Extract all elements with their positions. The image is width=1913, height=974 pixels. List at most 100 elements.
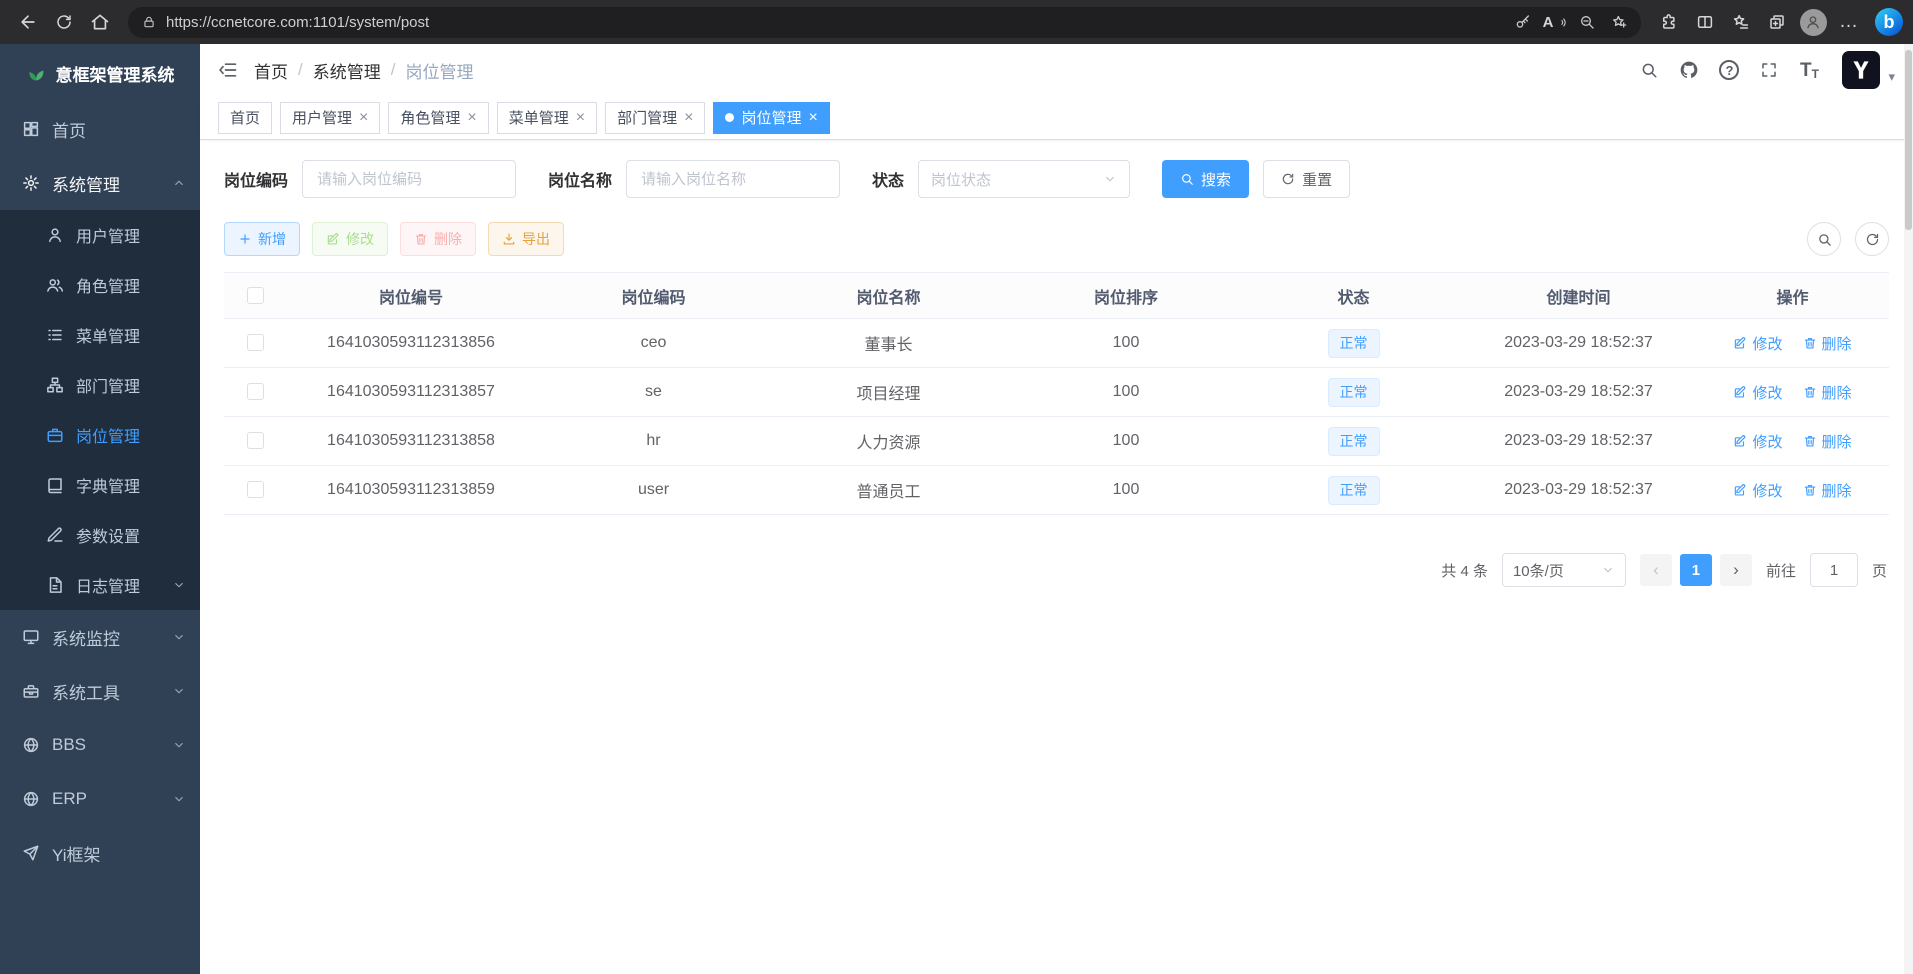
breadcrumb-system[interactable]: 系统管理: [313, 58, 381, 83]
row-delete-button[interactable]: 删除: [1803, 333, 1852, 354]
favorites-button[interactable]: [1723, 4, 1759, 40]
sidebar-item-user-management[interactable]: 用户管理: [0, 210, 200, 260]
sidebar-item-parameter-settings[interactable]: 参数设置: [0, 510, 200, 560]
read-aloud-button[interactable]: A: [1539, 8, 1571, 36]
sidebar-item-system-tools[interactable]: 系统工具: [0, 664, 200, 718]
tab-home[interactable]: 首页: [218, 102, 272, 134]
breadcrumb-separator: /: [391, 60, 396, 80]
close-icon[interactable]: ×: [359, 110, 368, 126]
user-avatar-menu[interactable]: [1842, 51, 1880, 89]
sidebar-item-bbs[interactable]: BBS: [0, 718, 200, 772]
sidebar-item-yi-framework[interactable]: Yi框架: [0, 826, 200, 880]
list-icon: [46, 326, 64, 344]
row-checkbox[interactable]: [247, 432, 264, 449]
briefcase-icon: [46, 426, 64, 444]
bing-icon: b: [1884, 12, 1895, 33]
post-name-input[interactable]: [626, 160, 840, 198]
status-select[interactable]: 岗位状态: [918, 160, 1130, 198]
browser-home-button[interactable]: [82, 4, 118, 40]
edit-button[interactable]: 修改: [312, 222, 388, 256]
zoom-button[interactable]: [1571, 8, 1603, 36]
sidebar-toggle-button[interactable]: [218, 60, 238, 80]
sidebar-item-system-management[interactable]: 系统管理: [0, 156, 200, 210]
breadcrumb-home[interactable]: 首页: [254, 58, 288, 83]
sidebar-item-log-management[interactable]: 日志管理: [0, 560, 200, 610]
docs-help-button[interactable]: ?: [1712, 53, 1746, 87]
fullscreen-button[interactable]: [1752, 53, 1786, 87]
cell-post-name: 项目经理: [771, 368, 1006, 417]
row-delete-button[interactable]: 删除: [1803, 480, 1852, 501]
prev-page-button[interactable]: ‹: [1640, 554, 1672, 586]
scrollbar-thumb[interactable]: [1905, 50, 1912, 230]
browser-settings-button[interactable]: …: [1831, 4, 1867, 40]
collections-button[interactable]: [1759, 4, 1795, 40]
tab-menu-management[interactable]: 菜单管理 ×: [497, 102, 597, 134]
cell-post-sort: 100: [1006, 368, 1246, 417]
browser-back-button[interactable]: [10, 4, 46, 40]
browser-refresh-button[interactable]: [46, 4, 82, 40]
trash-icon: [414, 232, 428, 246]
page-number-button[interactable]: 1: [1680, 554, 1712, 586]
row-checkbox[interactable]: [247, 334, 264, 351]
home-icon: [90, 12, 110, 32]
reset-button[interactable]: 重置: [1263, 160, 1350, 198]
header-search-button[interactable]: [1632, 53, 1666, 87]
sidebar-item-system-monitor[interactable]: 系统监控: [0, 610, 200, 664]
caret-down-icon[interactable]: ▾: [1888, 69, 1895, 89]
org-tree-icon: [46, 376, 64, 394]
dashboard-icon: [22, 120, 40, 138]
address-bar[interactable]: https://ccnetcore.com:1101/system/post A: [128, 7, 1641, 38]
sidebar-item-dict-management[interactable]: 字典管理: [0, 460, 200, 510]
row-edit-button[interactable]: 修改: [1733, 480, 1782, 501]
row-edit-button[interactable]: 修改: [1733, 333, 1782, 354]
cell-created: 2023-03-29 18:52:37: [1461, 466, 1696, 515]
page-size-select[interactable]: 10条/页: [1502, 553, 1626, 587]
tab-post-management[interactable]: 岗位管理 ×: [713, 102, 829, 134]
close-icon[interactable]: ×: [576, 110, 585, 126]
read-aloud-icon: A: [1543, 14, 1568, 31]
export-button[interactable]: 导出: [488, 222, 564, 256]
pagination: 共 4 条 10条/页 ‹ 1 › 前往 页: [224, 553, 1889, 587]
add-favorite-button[interactable]: [1603, 8, 1635, 36]
post-code-input[interactable]: [302, 160, 516, 198]
sidebar-item-role-management[interactable]: 角色管理: [0, 260, 200, 310]
add-button[interactable]: 新增: [224, 222, 300, 256]
breadcrumb: 首页 / 系统管理 / 岗位管理: [254, 58, 473, 83]
browser-profile-button[interactable]: [1795, 4, 1831, 40]
app-logo[interactable]: 意框架管理系统: [0, 44, 200, 102]
tab-user-management[interactable]: 用户管理 ×: [280, 102, 380, 134]
profile-avatar: [1800, 9, 1827, 36]
sidebar-item-erp[interactable]: ERP: [0, 772, 200, 826]
sidebar-item-post-management[interactable]: 岗位管理: [0, 410, 200, 460]
search-button[interactable]: 搜索: [1162, 160, 1249, 198]
close-icon[interactable]: ×: [467, 110, 476, 126]
toggle-search-button[interactable]: [1807, 222, 1841, 256]
close-icon[interactable]: ×: [684, 110, 693, 126]
row-delete-button[interactable]: 删除: [1803, 431, 1852, 452]
select-all-checkbox[interactable]: [247, 287, 264, 304]
close-icon[interactable]: ×: [808, 110, 817, 126]
goto-page-input[interactable]: [1810, 553, 1858, 587]
sidebar-item-home[interactable]: 首页: [0, 102, 200, 156]
row-edit-button[interactable]: 修改: [1733, 431, 1782, 452]
refresh-table-button[interactable]: [1855, 222, 1889, 256]
tab-dept-management[interactable]: 部门管理 ×: [605, 102, 705, 134]
window-scrollbar[interactable]: [1904, 44, 1913, 974]
tab-role-management[interactable]: 角色管理 ×: [388, 102, 488, 134]
row-checkbox[interactable]: [247, 383, 264, 400]
bing-copilot-button[interactable]: b: [1875, 8, 1903, 36]
next-page-button[interactable]: ›: [1720, 554, 1752, 586]
extensions-button[interactable]: [1651, 4, 1687, 40]
pager: ‹ 1 ›: [1640, 554, 1752, 586]
row-delete-button[interactable]: 删除: [1803, 382, 1852, 403]
edit-icon: [1733, 434, 1747, 448]
row-checkbox[interactable]: [247, 481, 264, 498]
row-edit-button[interactable]: 修改: [1733, 382, 1782, 403]
password-key-button[interactable]: [1507, 8, 1539, 36]
sidebar-item-dept-management[interactable]: 部门管理: [0, 360, 200, 410]
delete-button[interactable]: 删除: [400, 222, 476, 256]
github-link[interactable]: [1672, 53, 1706, 87]
sidebar-item-menu-management[interactable]: 菜单管理: [0, 310, 200, 360]
font-size-button[interactable]: TT: [1792, 53, 1826, 87]
split-screen-button[interactable]: [1687, 4, 1723, 40]
